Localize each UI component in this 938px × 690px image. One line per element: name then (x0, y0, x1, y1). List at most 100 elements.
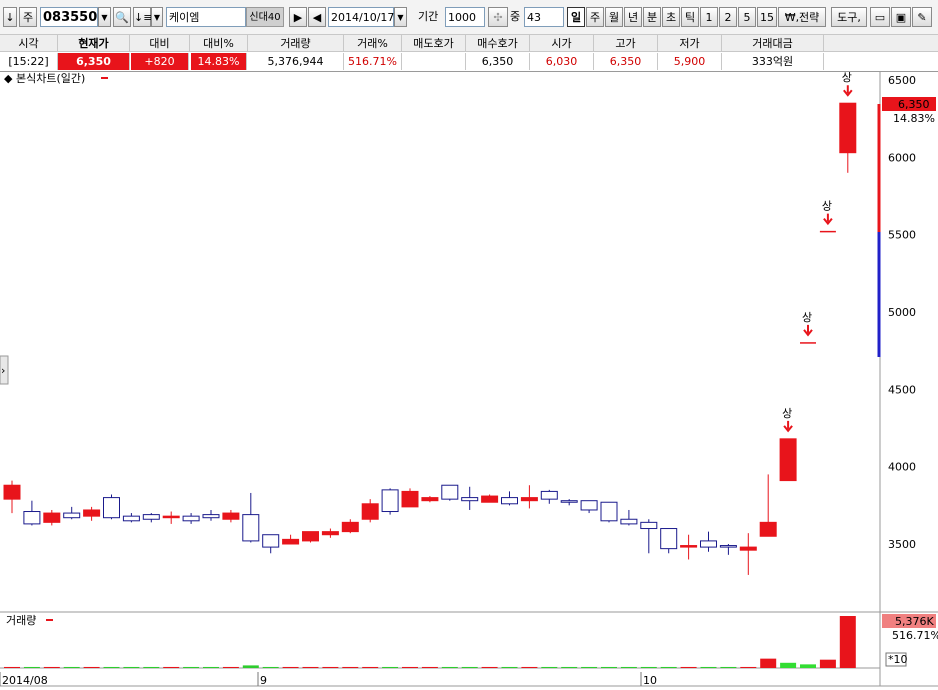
y-tick-label: 4500 (888, 383, 916, 396)
quote-bid: 6,350 (466, 53, 530, 70)
zoom-input[interactable]: 43 (524, 7, 564, 27)
date-input[interactable]: 2014/10/17 (328, 7, 394, 27)
candle (481, 494, 499, 503)
current-price-label: 6,350 (898, 98, 930, 111)
badge-credit: 신 (249, 12, 259, 23)
next-arrow-icon[interactable]: ▶ (289, 7, 307, 27)
candle (401, 488, 419, 508)
folder-icon[interactable]: ▭ (870, 7, 890, 27)
interval-15-button[interactable]: 15 (757, 7, 777, 27)
candle (441, 484, 459, 501)
current-pct-label: 14.83% (893, 112, 935, 125)
quote-price: 6,350 (58, 53, 130, 70)
volume-bar (83, 666, 100, 668)
sort-icon[interactable]: ↓≡ (133, 7, 152, 27)
quote-high: 6,350 (594, 53, 658, 70)
quote-header-volume: 거래량 (248, 35, 344, 52)
svg-text:상: 상 (802, 311, 812, 324)
quote-header-time: 시각 (0, 35, 58, 52)
stock-code-input[interactable]: 083550 (40, 7, 98, 27)
volume-tag-label: 5,376K (895, 615, 934, 628)
quote-volume-pct: 516.71% (344, 53, 402, 70)
chart-collapse-icon[interactable]: ◆ (4, 72, 13, 85)
period-second-button[interactable]: 초 (662, 7, 680, 27)
period-tick-button[interactable]: 틱 (681, 7, 699, 27)
quote-turnover: 333억원 (722, 53, 824, 70)
stock-badges: 신대40 (246, 7, 284, 27)
quote-change: +820 (131, 53, 189, 70)
period-year-button[interactable]: 년 (624, 7, 642, 27)
candle (600, 501, 618, 523)
volume-bar (461, 666, 478, 668)
date-dropdown-icon[interactable]: ▼ (394, 7, 407, 27)
quote-change-pct: 14.83% (191, 53, 247, 70)
crosshair-icon[interactable]: ✣ (488, 7, 508, 27)
volume-bar (143, 666, 160, 668)
volume-bar (561, 666, 578, 668)
candle (302, 531, 319, 543)
volume-bar (501, 666, 518, 668)
svg-text:상: 상 (782, 407, 792, 420)
volume-bar (23, 666, 40, 668)
search-icon[interactable]: 🔍 (113, 7, 131, 27)
volume-bar (362, 666, 379, 668)
period-label: 기간 (418, 10, 439, 23)
volume-bar (740, 666, 757, 668)
candle (779, 438, 797, 482)
volume-chart-title: 거래량 (6, 614, 36, 627)
code-dropdown-icon[interactable]: ▼ (98, 7, 111, 27)
volume-bar (203, 666, 219, 668)
badge-loan: 대 (258, 12, 268, 23)
volume-pct-label: 516.71% (892, 629, 938, 642)
zoom-label: 중 (510, 10, 521, 23)
strategy-button[interactable]: ₩,전략 (778, 7, 826, 27)
badge-margin: 40 (267, 12, 281, 23)
volume-bar (222, 666, 239, 668)
market-select-button[interactable]: 주 (19, 7, 37, 27)
quote-header-volume-pct: 거래% (344, 35, 402, 52)
volume-bar (521, 666, 538, 668)
period-input[interactable]: 1000 (445, 7, 485, 27)
y-tick-label: 6000 (888, 151, 916, 164)
volume-bar (800, 664, 816, 668)
svg-text:상: 상 (842, 72, 852, 84)
wrench-icon[interactable]: ✎ (912, 7, 932, 27)
interval-2-button[interactable]: 2 (719, 7, 737, 27)
quote-ask (402, 53, 466, 70)
save-icon[interactable]: ▣ (891, 7, 911, 27)
volume-bar (660, 666, 677, 668)
x-label-aug: 2014/08 (2, 674, 48, 687)
volume-bar (720, 666, 737, 668)
price-chart[interactable]: ◆ 본식차트(일간) 거래량 › 6500 6000 5500 5000 450… (0, 72, 938, 690)
volume-bar (700, 666, 717, 668)
volume-bar (302, 666, 319, 668)
volume-bar (402, 666, 418, 668)
quote-header-change: 대비 (130, 35, 190, 52)
interval-1-button[interactable]: 1 (700, 7, 718, 27)
volume-bar (541, 666, 558, 668)
prev-arrow-icon[interactable]: ◀ (308, 7, 326, 27)
quote-time: [15:22] (0, 53, 58, 70)
svg-text:상: 상 (822, 200, 832, 213)
quote-header-low: 저가 (658, 35, 722, 52)
tools-button[interactable]: 도구, (831, 7, 867, 27)
quote-header-turnover: 거래대금 (722, 35, 824, 52)
sort-arrow-icon[interactable]: ↓ (3, 7, 17, 27)
quote-header-open: 시가 (530, 35, 594, 52)
sort-dropdown-icon[interactable]: ▼ (151, 7, 163, 27)
volume-scale-label: *10 (888, 653, 908, 666)
period-week-button[interactable]: 주 (586, 7, 604, 27)
interval-5-button[interactable]: 5 (738, 7, 756, 27)
period-month-button[interactable]: 월 (605, 7, 623, 27)
stock-name-field[interactable]: 케이엠 (166, 7, 246, 27)
toolbar: ↓ 주 083550 ▼ 🔍 ↓≡ ▼ 케이엠 신대40 ▶ ◀ 2014/10… (0, 0, 938, 35)
volume-bar (780, 662, 797, 668)
volume-bar (481, 666, 498, 668)
period-minute-button[interactable]: 분 (643, 7, 661, 27)
x-label-oct: 10 (643, 674, 657, 687)
y-tick-label: 3500 (888, 538, 916, 551)
period-day-button[interactable]: 일 (567, 7, 585, 27)
y-tick-label: 5000 (888, 306, 916, 319)
x-label-sep: 9 (260, 674, 267, 687)
quote-header-high: 고가 (594, 35, 658, 52)
